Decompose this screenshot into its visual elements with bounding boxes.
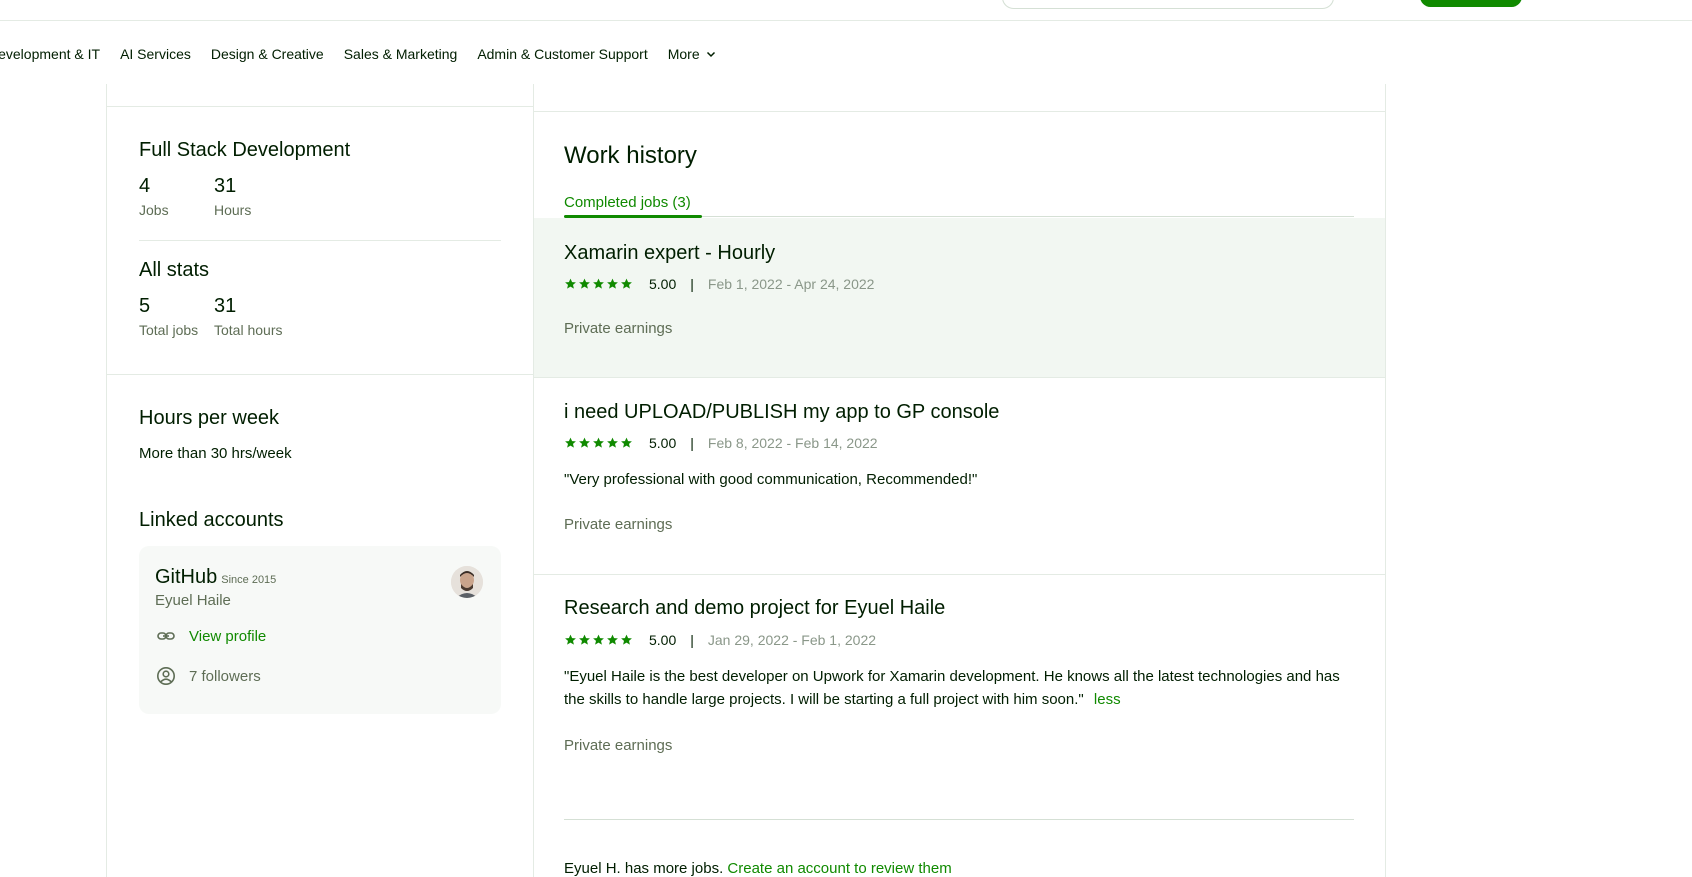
job-title[interactable]: Xamarin expert - Hourly — [564, 242, 775, 265]
nav-item-ai-services[interactable]: AI Services — [120, 46, 191, 62]
view-profile-link[interactable]: View profile — [189, 628, 266, 645]
star-rating-icon — [564, 278, 633, 290]
github-header: GitHub Since 2015 — [155, 566, 276, 589]
star-icon — [607, 634, 618, 645]
star-icon — [579, 437, 590, 448]
star-icon — [565, 634, 576, 645]
nav-more-menu[interactable]: More — [668, 46, 716, 62]
job-dates: Feb 1, 2022 - Apr 24, 2022 — [707, 276, 875, 292]
job-rating: 5.00 — [649, 632, 677, 648]
specialty-jobs-value: 4 — [139, 175, 151, 197]
star-icon — [579, 634, 590, 645]
job-review: "Very professional with good communicati… — [564, 471, 978, 488]
specialty-jobs-label: Jobs — [139, 202, 169, 218]
hours-per-week-title: Hours per week — [139, 407, 280, 429]
nav-item-design-creative[interactable]: Design & Creative — [211, 46, 324, 62]
specialty-title: Full Stack Development — [139, 139, 351, 161]
right-top-divider — [534, 111, 1385, 112]
star-icon — [593, 437, 604, 448]
job-item[interactable]: i need UPLOAD/PUBLISH my app to GP conso… — [534, 378, 1385, 573]
meta-separator: | — [690, 276, 694, 292]
job-review: "Eyuel Haile is the best developer on Up… — [564, 665, 1364, 711]
all-stats-title: All stats — [139, 259, 210, 281]
job-title[interactable]: i need UPLOAD/PUBLISH my app to GP conso… — [564, 401, 999, 424]
star-icon — [593, 634, 604, 645]
job-item[interactable]: Xamarin expert - Hourly 5.00 | Feb 1, 20… — [534, 218, 1385, 377]
star-rating-icon — [564, 634, 633, 646]
specialty-hours-value: 31 — [214, 175, 237, 197]
job-meta: 5.00 | Feb 1, 2022 - Apr 24, 2022 — [564, 276, 874, 292]
total-hours-label: Total hours — [214, 322, 283, 338]
specialty-divider — [139, 240, 501, 241]
create-account-link[interactable]: Create an account to review them — [727, 860, 951, 877]
star-icon — [621, 634, 632, 645]
meta-separator: | — [690, 435, 694, 451]
nav-item-sales-marketing[interactable]: Sales & Marketing — [344, 46, 458, 62]
link-icon — [155, 625, 177, 647]
followers-row: 7 followers — [155, 665, 261, 687]
top-header — [0, 0, 1692, 21]
stats-section-divider — [106, 374, 533, 375]
followers-count: 7 followers — [189, 667, 261, 685]
tab-completed-jobs[interactable]: Completed jobs (3) — [564, 194, 691, 211]
job-title[interactable]: Research and demo project for Eyuel Hail… — [564, 597, 945, 620]
github-since: Since 2015 — [221, 574, 277, 586]
chevron-down-icon — [706, 51, 715, 58]
right-panel-border — [1385, 84, 1386, 877]
github-name: GitHub — [155, 566, 218, 588]
category-nav: Development & IT AI Services Design & Cr… — [0, 44, 736, 64]
star-rating-icon — [564, 437, 633, 449]
job-earnings: Private earnings — [564, 320, 673, 337]
job-review-text: "Eyuel Haile is the best developer on Up… — [564, 668, 1340, 708]
review-less-toggle[interactable]: less — [1094, 691, 1121, 708]
hours-per-week-value: More than 30 hrs/week — [139, 445, 292, 462]
user-circle-icon — [155, 665, 177, 687]
signup-button[interactable] — [1420, 0, 1522, 7]
meta-separator: | — [690, 632, 694, 648]
star-icon — [607, 278, 618, 289]
nav-item-admin-support[interactable]: Admin & Customer Support — [477, 46, 647, 62]
work-history-title: Work history — [564, 142, 697, 169]
left-panel-border — [106, 84, 107, 877]
avatar-image — [451, 566, 483, 598]
job-meta: 5.00 | Feb 8, 2022 - Feb 14, 2022 — [564, 435, 878, 451]
star-icon — [565, 278, 576, 289]
job-earnings: Private earnings — [564, 737, 673, 754]
star-icon — [607, 437, 618, 448]
more-jobs-divider — [564, 819, 1354, 820]
total-hours-value: 31 — [214, 295, 237, 317]
view-profile-row[interactable]: View profile — [155, 625, 266, 647]
more-jobs-text: Eyuel H. has more jobs. — [564, 860, 724, 877]
more-jobs-notice: Eyuel H. has more jobs. Create an accoun… — [564, 860, 952, 877]
search-input[interactable] — [1002, 0, 1334, 9]
job-earnings: Private earnings — [564, 516, 673, 533]
star-icon — [565, 437, 576, 448]
job-dates: Jan 29, 2022 - Feb 1, 2022 — [707, 632, 877, 648]
github-username: Eyuel Haile — [155, 592, 231, 609]
job-rating: 5.00 — [649, 435, 677, 451]
github-card: GitHub Since 2015 Eyuel Haile View profil… — [139, 546, 501, 714]
total-jobs-value: 5 — [139, 295, 151, 317]
star-icon — [593, 278, 604, 289]
star-icon — [579, 278, 590, 289]
left-top-divider — [106, 106, 533, 107]
nav-more-label: More — [667, 46, 700, 62]
job-meta: 5.00 | Jan 29, 2022 - Feb 1, 2022 — [564, 632, 876, 648]
job-dates: Feb 8, 2022 - Feb 14, 2022 — [707, 435, 878, 451]
star-icon — [621, 437, 632, 448]
nav-item-development-it[interactable]: Development & IT — [0, 46, 100, 62]
avatar — [451, 566, 483, 598]
total-jobs-label: Total jobs — [139, 322, 199, 338]
job-rating: 5.00 — [649, 276, 677, 292]
star-icon — [621, 278, 632, 289]
job-item[interactable]: Research and demo project for Eyuel Hail… — [534, 575, 1385, 815]
linked-accounts-title: Linked accounts — [139, 509, 284, 531]
specialty-hours-label: Hours — [214, 202, 252, 218]
